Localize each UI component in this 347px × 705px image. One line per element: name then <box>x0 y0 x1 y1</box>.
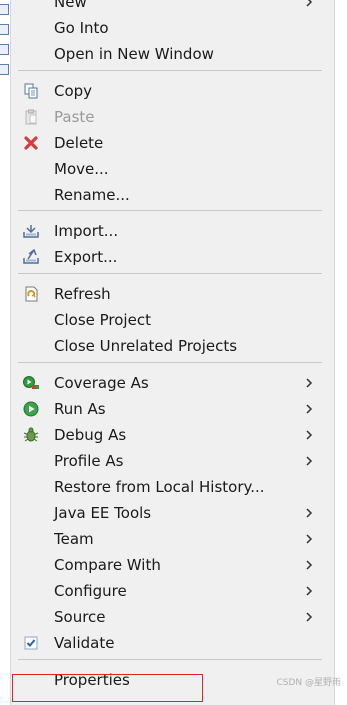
menu-item-label: Run As <box>54 400 106 418</box>
menu-separator <box>18 362 322 363</box>
highlight-box <box>12 674 203 702</box>
copy-icon <box>24 83 38 99</box>
delete-icon <box>24 136 38 150</box>
menu-item-compare-with[interactable]: Compare With <box>11 552 334 578</box>
paste-icon <box>25 109 37 125</box>
menu-item-label: Debug As <box>54 426 127 444</box>
menu-item-source[interactable]: Source <box>11 604 334 630</box>
menu-item-profile-as[interactable]: Profile As <box>11 448 334 474</box>
coverage-icon <box>23 376 39 389</box>
menu-item-open-in-new-window[interactable]: Open in New Window <box>11 41 334 67</box>
menu-item-label: Open in New Window <box>54 45 214 63</box>
watermark: CSDN @星野雨 <box>276 678 341 688</box>
chevron-right-icon <box>306 0 313 7</box>
menu-item-label: Paste <box>54 108 95 126</box>
chevron-right-icon <box>306 430 313 440</box>
menu-item-label: Java EE Tools <box>54 504 152 522</box>
menu-item-restore-from-local-history[interactable]: Restore from Local History... <box>11 474 334 500</box>
menu-separator <box>18 659 322 660</box>
menu-item-label: Rename... <box>54 186 130 204</box>
chevron-right-icon <box>306 534 313 544</box>
menu-item-label: Compare With <box>54 556 161 574</box>
menu-item-go-into[interactable]: Go Into <box>11 15 334 41</box>
debug-bug-icon <box>23 427 39 442</box>
chevron-right-icon <box>306 456 313 466</box>
menu-item-label: Copy <box>54 82 93 100</box>
menu-item-label: Delete <box>54 134 104 152</box>
export-icon <box>23 249 39 264</box>
menu-item-label: Team <box>54 530 94 548</box>
menu-item-label: Import... <box>54 222 119 240</box>
context-menu: New Go Into Open in New Window Copy Past… <box>10 0 335 705</box>
menu-item-move[interactable]: Move... <box>11 156 334 182</box>
menu-item-label: Move... <box>54 160 109 178</box>
menu-item-label: Restore from Local History... <box>54 478 265 496</box>
chevron-right-icon <box>306 404 313 414</box>
project-file-icon <box>0 44 9 55</box>
menu-item-label: Close Project <box>54 311 151 329</box>
project-file-icon <box>0 24 9 35</box>
menu-item-coverage-as[interactable]: Coverage As <box>11 370 334 396</box>
menu-item-label: Configure <box>54 582 127 600</box>
project-explorer-edge <box>0 0 10 692</box>
chevron-right-icon <box>306 378 313 388</box>
menu-item-label: Go Into <box>54 19 109 37</box>
menu-item-import[interactable]: Import... <box>11 218 334 244</box>
menu-item-java-ee-tools[interactable]: Java EE Tools <box>11 500 334 526</box>
chevron-right-icon <box>306 508 313 518</box>
menu-item-copy[interactable]: Copy <box>11 78 334 104</box>
menu-item-validate[interactable]: Validate <box>11 630 334 656</box>
menu-item-configure[interactable]: Configure <box>11 578 334 604</box>
menu-item-label: Close Unrelated Projects <box>54 337 238 355</box>
menu-item-label: New <box>54 0 87 11</box>
chevron-right-icon <box>306 560 313 570</box>
chevron-right-icon <box>306 586 313 596</box>
menu-item-export[interactable]: Export... <box>11 244 334 270</box>
import-icon <box>23 225 39 238</box>
menu-separator <box>18 210 322 211</box>
refresh-icon <box>25 286 38 302</box>
chevron-right-icon <box>306 612 313 622</box>
menu-item-refresh[interactable]: Refresh <box>11 281 334 307</box>
menu-item-run-as[interactable]: Run As <box>11 396 334 422</box>
menu-separator <box>18 273 322 274</box>
project-file-icon <box>0 4 9 15</box>
menu-item-label: Coverage As <box>54 374 149 392</box>
menu-item-team[interactable]: Team <box>11 526 334 552</box>
checkbox-checked-icon <box>24 636 38 650</box>
menu-item-label: Profile As <box>54 452 124 470</box>
menu-item-close-project[interactable]: Close Project <box>11 307 334 333</box>
menu-item-label: Validate <box>54 634 115 652</box>
menu-item-close-unrelated-projects[interactable]: Close Unrelated Projects <box>11 333 334 359</box>
menu-item-label: Refresh <box>54 285 111 303</box>
menu-item-label: Source <box>54 608 106 626</box>
menu-item-rename[interactable]: Rename... <box>11 182 334 208</box>
menu-separator <box>18 70 322 71</box>
menu-item-new[interactable]: New <box>11 0 334 15</box>
run-icon <box>23 401 39 417</box>
menu-item-paste[interactable]: Paste <box>11 104 334 130</box>
menu-item-delete[interactable]: Delete <box>11 130 334 156</box>
project-file-icon <box>0 64 9 75</box>
menu-item-debug-as[interactable]: Debug As <box>11 422 334 448</box>
menu-item-label: Export... <box>54 248 118 266</box>
